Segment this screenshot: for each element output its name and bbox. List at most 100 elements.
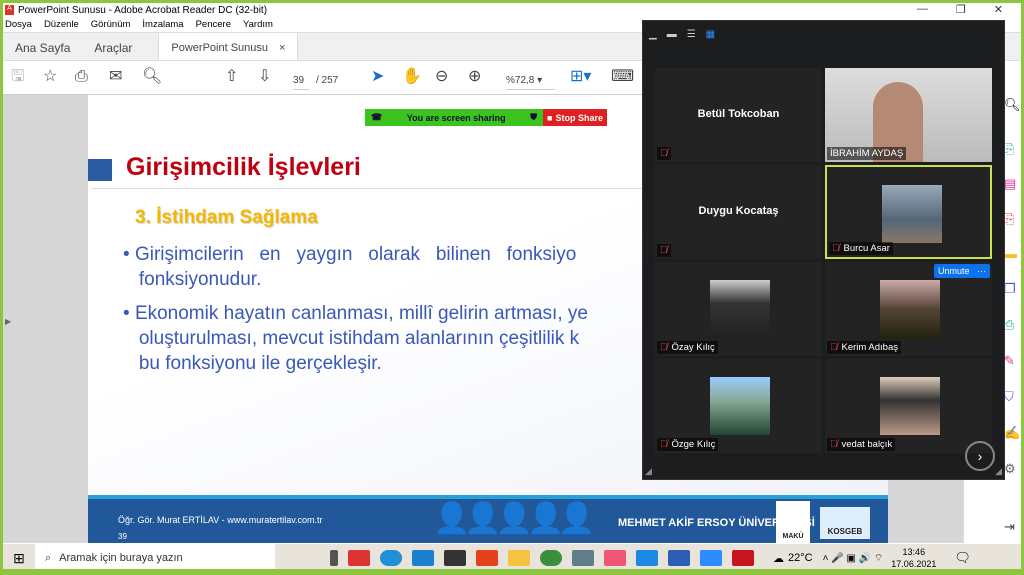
menu-window[interactable]: Pencere <box>196 19 231 30</box>
expand-left-panel-icon[interactable]: ▶ <box>5 317 11 326</box>
weather-temp[interactable]: 22°C <box>788 552 813 564</box>
protect-icon[interactable]: ⛉ <box>1004 389 1014 405</box>
minimize-button[interactable]: — <box>917 3 928 16</box>
hand-tool-icon[interactable]: ✋ <box>402 69 422 85</box>
participant-tile[interactable]: İBRAHİM AYDAŞ <box>825 68 992 162</box>
tray-icons[interactable]: ˄ 🎤 ▣ 🔊 ⌔ <box>823 552 884 565</box>
close-tab-icon[interactable]: × <box>279 42 285 54</box>
kosgeb-logo: KOSGEB <box>820 507 870 539</box>
gift-app-icon[interactable] <box>348 550 370 566</box>
office-icon[interactable] <box>476 550 498 566</box>
zoom-level-select[interactable]: %72,8 ▾ <box>506 73 554 90</box>
tab-document-label: PowerPoint Sunusu <box>171 42 269 54</box>
scan-icon[interactable]: ⎙ <box>1004 317 1014 333</box>
minimize-video-icon[interactable]: ▁ <box>649 29 657 40</box>
combine-icon[interactable]: ❐ <box>1004 281 1016 297</box>
share-drag-icon[interactable]: ☎ <box>371 112 382 123</box>
unmute-button[interactable]: Unmute <box>934 264 974 278</box>
paint-icon[interactable] <box>604 550 626 566</box>
scroll-mode-icon[interactable]: ⌨ <box>611 69 634 85</box>
signature-icon[interactable]: ✍ <box>1004 425 1020 441</box>
share-status: You are screen sharing <box>406 112 506 123</box>
calculator-icon[interactable] <box>572 550 594 566</box>
shield-icon: ⛊ <box>530 112 537 122</box>
participant-tile[interactable]: Duygu Kocataş 🎙̸ <box>655 165 822 259</box>
bullet-1-line-1: Girişimcilerin en yaygın olarak bilinen … <box>134 244 577 265</box>
page-number-input[interactable]: 39 <box>293 73 309 90</box>
participant-name: Kerim Adıbaş <box>841 342 899 353</box>
participant-tile[interactable]: 🎙̸ Özge Kılıç <box>655 359 822 453</box>
acrobat-taskbar-icon[interactable] <box>732 550 754 566</box>
muted-mic-icon: 🎙̸ <box>660 148 668 159</box>
clock-time: 13:46 <box>902 547 926 557</box>
bookmark-star-icon[interactable]: ☆ <box>43 69 57 85</box>
menu-sign[interactable]: İmzalama <box>142 19 183 30</box>
create-pdf-icon[interactable]: ⎘ <box>1004 211 1014 227</box>
maku-logo: MAKÜ <box>776 501 810 543</box>
email-icon[interactable]: ✉ <box>109 69 122 85</box>
title-bar: A PowerPoint Sunusu - Adobe Acrobat Read… <box>3 3 1021 17</box>
menu-help[interactable]: Yardım <box>243 19 273 30</box>
organize-icon[interactable]: ▤ <box>1004 176 1016 192</box>
calendar-icon[interactable] <box>636 550 658 566</box>
participant-tile[interactable]: 🎙̸ vedat balçık <box>825 359 992 453</box>
muted-mic-icon: 🎙̸ <box>660 245 668 256</box>
restore-button[interactable]: ❐ <box>956 3 966 16</box>
print-icon[interactable]: ⎙ <box>75 69 88 85</box>
task-view-icon[interactable] <box>330 550 338 566</box>
windows-start-icon[interactable]: ⊞ <box>3 550 35 567</box>
speaker-view-icon[interactable]: ▬ <box>667 29 677 40</box>
zoom-meeting-window: ▁ ▬ ☰ ▦ Betül Tokcoban 🎙̸ İBRAHİM AYDAŞ Duyg… <box>642 20 1005 480</box>
chrome-icon[interactable] <box>540 550 562 566</box>
save-icon[interactable]: 🖫 <box>11 69 25 85</box>
strip-view-icon[interactable]: ☰ <box>687 29 696 40</box>
menu-edit[interactable]: Düzenle <box>44 19 79 30</box>
participant-name: vedat balçık <box>841 439 893 450</box>
stop-share-button[interactable]: ■ Stop Share <box>543 109 607 126</box>
search-icon[interactable]: 🔍︎ <box>142 69 162 85</box>
more-options-button[interactable]: ··· <box>973 264 990 278</box>
edge-icon[interactable] <box>380 550 402 566</box>
mail-icon[interactable] <box>412 550 434 566</box>
zoom-out-icon[interactable]: ⊖ <box>435 69 448 85</box>
export-pdf-icon[interactable]: ⎘ <box>1004 141 1014 157</box>
word-icon[interactable] <box>668 550 690 566</box>
file-explorer-icon[interactable] <box>508 550 530 566</box>
participant-tile-active-speaker[interactable]: 🎙̸ Burcu Asar <box>825 165 992 259</box>
clock[interactable]: 13:46 17.06.2021 <box>891 546 936 569</box>
prev-page-icon[interactable]: ⇧ <box>225 69 238 85</box>
select-cursor-icon[interactable]: ➤ <box>371 69 384 85</box>
zoom-in-icon[interactable]: ⊕ <box>468 69 481 85</box>
participant-tile[interactable]: 🎙̸ Özay Kılıç <box>655 262 822 356</box>
gallery-view-icon[interactable]: ▦ <box>706 29 715 40</box>
close-button[interactable]: ✕ <box>994 3 1003 16</box>
collapse-panel-icon[interactable]: ⇥ <box>1004 519 1015 535</box>
resize-handle-icon[interactable]: ◢ <box>645 466 652 477</box>
notification-icon[interactable]: 🗨 <box>954 550 971 566</box>
taskbar-search-placeholder: Aramak için buraya yazın <box>59 552 183 564</box>
zoom-app-icon[interactable] <box>700 550 722 566</box>
fill-sign-icon[interactable]: ✎ <box>1004 353 1015 369</box>
next-page-button[interactable]: › <box>965 441 995 471</box>
menu-view[interactable]: Görünüm <box>91 19 131 30</box>
more-tools-icon[interactable]: ⚙ <box>1004 461 1016 477</box>
muted-mic-icon: 🎙̸ <box>830 342 838 353</box>
participant-tile[interactable]: Betül Tokcoban 🎙̸ <box>655 68 822 162</box>
participant-avatar <box>710 280 770 338</box>
tab-document[interactable]: PowerPoint Sunusu × <box>158 33 299 60</box>
window-title: PowerPoint Sunusu - Adobe Acrobat Reader… <box>18 4 268 16</box>
store-icon[interactable] <box>444 550 466 566</box>
bullet-1-line-2: fonksiyonudur. <box>138 269 262 290</box>
search-tool-icon[interactable]: 🔍︎ <box>1004 97 1021 113</box>
comment-icon[interactable]: ▬ <box>1004 246 1017 261</box>
page-fit-icon[interactable]: ⊞▾ <box>570 69 591 85</box>
menu-file[interactable]: Dosya <box>5 19 32 30</box>
resize-handle-icon[interactable]: ◢ <box>995 466 1002 477</box>
tab-tools[interactable]: Araçlar <box>82 33 144 60</box>
tab-home[interactable]: Ana Sayfa <box>3 33 82 60</box>
taskbar-search[interactable]: ⌕ Aramak için buraya yazın <box>35 544 275 569</box>
next-page-icon[interactable]: ⇩ <box>258 69 271 85</box>
weather-icon[interactable]: ☁ <box>773 552 784 565</box>
participant-avatar <box>880 377 940 435</box>
bullet-1: • Girişimcilerin en yaygın olarak biline… <box>123 244 577 290</box>
